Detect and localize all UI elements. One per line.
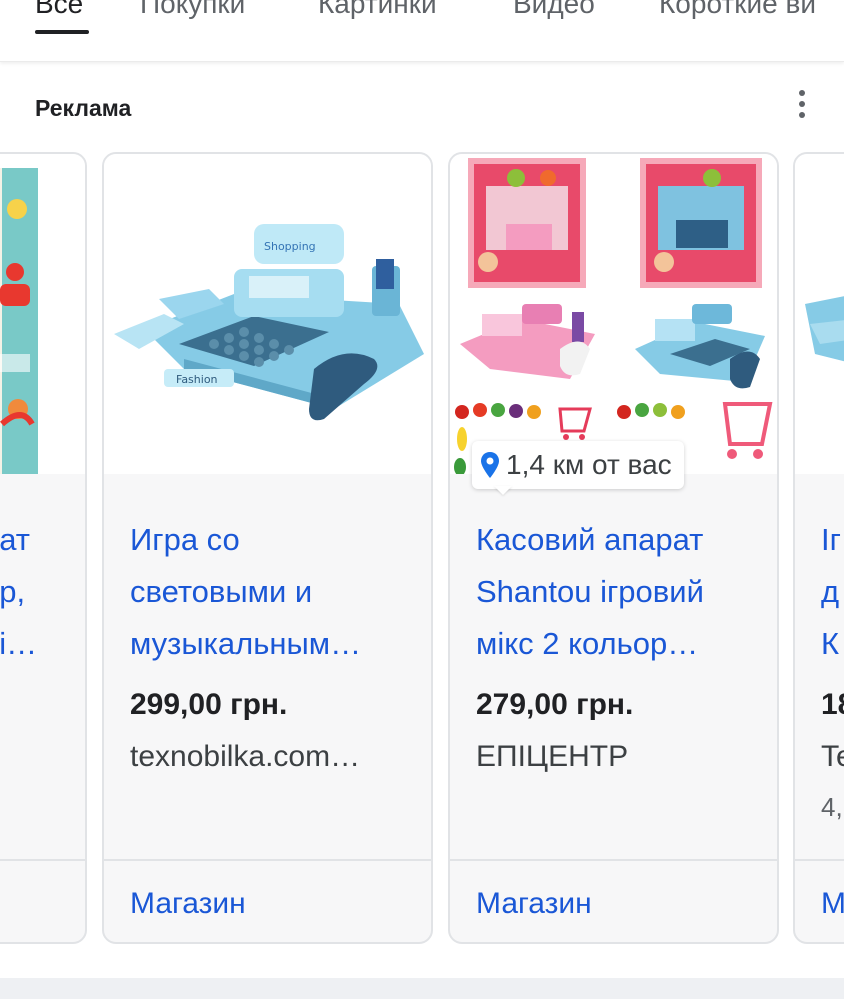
- product-image: [450, 154, 777, 476]
- product-image: [795, 154, 844, 474]
- card-divider: [0, 859, 85, 861]
- active-tab-indicator: [35, 30, 89, 34]
- store-name: Te: [821, 740, 844, 773]
- location-distance-chip: 1,4 км от вас: [472, 441, 684, 489]
- tab-short-videos[interactable]: Короткие ви: [659, 0, 816, 20]
- product-card-left-partial[interactable]: рат ер, рі…: [0, 152, 87, 944]
- product-card-1[interactable]: Shopping Fashion Игра со световыми и муз…: [102, 152, 433, 944]
- section-separator: [0, 978, 844, 999]
- tab-images[interactable]: Картинки: [318, 0, 437, 20]
- product-card-2[interactable]: Касовий апарат Shantou ігровий мікс 2 ко…: [448, 152, 779, 944]
- product-price: 299,00 грн.: [130, 688, 288, 721]
- product-price: 279,00 грн.: [476, 688, 634, 721]
- tab-videos[interactable]: Видео: [513, 0, 595, 20]
- product-image: Shopping Fashion: [104, 154, 431, 474]
- toy-cash-register-blue-image: Shopping Fashion: [114, 224, 424, 421]
- card-divider: [450, 859, 777, 861]
- tab-all[interactable]: Все: [35, 0, 83, 20]
- product-image: [0, 154, 85, 474]
- location-distance-text: 1,4 км от вас: [506, 449, 672, 480]
- product-title[interactable]: Игра со световыми и музыкальным…: [130, 514, 410, 670]
- location-pin-icon: [481, 452, 499, 478]
- more-vert-icon[interactable]: [786, 86, 818, 122]
- store-name: texnobilka.com…: [130, 740, 361, 773]
- shop-button[interactable]: Магазин: [476, 887, 592, 921]
- shop-button[interactable]: М: [821, 887, 844, 921]
- ads-label: Реклама: [35, 95, 132, 121]
- svg-text:Fashion: Fashion: [176, 373, 218, 386]
- store-name: ЕПІЦЕНТР: [476, 740, 629, 773]
- toy-partial-image: [805, 296, 844, 362]
- product-price: 18: [821, 688, 844, 721]
- toy-cash-register-set-image: [454, 158, 773, 476]
- store-rating: 4,: [821, 792, 843, 822]
- shop-button[interactable]: Магазин: [130, 887, 246, 921]
- card-divider: [104, 859, 431, 861]
- product-card-right-partial[interactable]: Іг д К 18 Te 4, М: [793, 152, 844, 944]
- location-chip-pointer: [494, 486, 512, 495]
- product-title[interactable]: Касовий апарат Shantou ігровий мікс 2 ко…: [476, 514, 756, 670]
- svg-text:Shopping: Shopping: [264, 240, 316, 253]
- product-title[interactable]: Іг д К: [821, 514, 844, 670]
- toy-box-image: [0, 168, 38, 474]
- card-divider: [795, 859, 844, 861]
- tab-shopping[interactable]: Покупки: [140, 0, 245, 20]
- product-title[interactable]: рат ер, рі…: [0, 514, 85, 670]
- search-tabs: Все Покупки Картинки Видео Короткие ви: [0, 0, 844, 62]
